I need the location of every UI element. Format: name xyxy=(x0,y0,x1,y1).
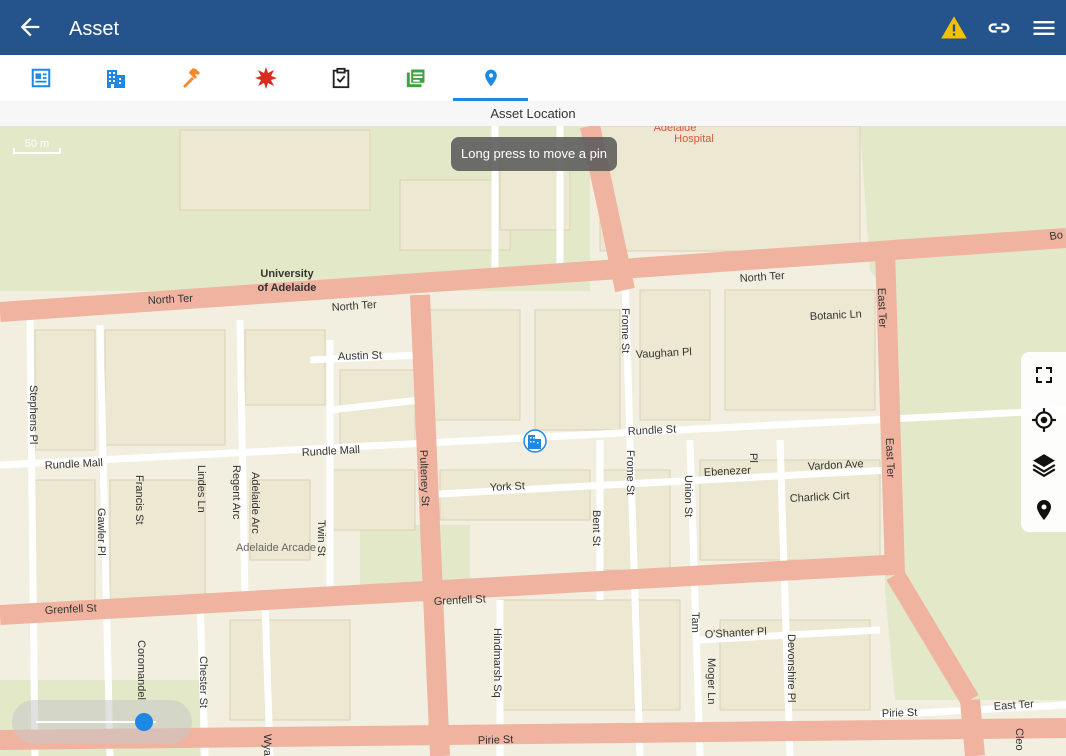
toast-message: Long press to move a pin xyxy=(451,137,617,171)
fullscreen-button[interactable] xyxy=(1021,352,1066,397)
tab-bar xyxy=(0,55,1066,102)
label-twin-st: Twin St xyxy=(315,520,327,556)
warning-button[interactable] xyxy=(940,14,968,42)
label-coromandel: Coromandel xyxy=(135,640,147,700)
label-regent-arc: Regent Arc xyxy=(230,465,242,520)
locate-me-button[interactable] xyxy=(1021,397,1066,442)
tab-checklist[interactable] xyxy=(303,55,378,101)
label-wya: Wya xyxy=(261,734,273,756)
building-icon xyxy=(106,70,125,88)
label-devonshire-pl: Devonshire Pl xyxy=(785,634,797,702)
label-adelaide-arcade: Adelaide Arcade xyxy=(236,542,316,554)
opacity-slider[interactable] xyxy=(12,700,192,744)
place-pin-button[interactable] xyxy=(1021,487,1066,532)
label-north-ter-1: North Ter xyxy=(148,293,194,307)
warning-icon xyxy=(941,16,967,39)
tab-location[interactable] xyxy=(453,55,528,101)
location-pin-icon xyxy=(484,69,497,87)
label-university: University xyxy=(260,268,314,280)
label-chester-st: Chester St xyxy=(197,656,209,708)
menu-icon xyxy=(1033,21,1055,35)
menu-button[interactable] xyxy=(1030,14,1058,42)
layers-icon xyxy=(1032,453,1055,477)
label-lindes-ln: Lindes Ln xyxy=(195,465,207,513)
label-pirie-st-2: Pirie St xyxy=(478,734,514,747)
tab-notes[interactable] xyxy=(378,55,453,101)
label-east-ter-1: East Ter xyxy=(875,288,888,329)
label-union-st: Union St xyxy=(682,475,694,517)
place-pin-icon xyxy=(1036,499,1051,520)
details-icon xyxy=(31,68,50,88)
label-frome-st-1: Frome St xyxy=(619,308,631,353)
label-austin-st: Austin St xyxy=(338,349,382,363)
tab-damage[interactable] xyxy=(228,55,303,101)
asset-marker[interactable] xyxy=(523,429,547,453)
label-pulteney-st: Pulteney St xyxy=(417,450,431,507)
app-bar: Asset xyxy=(0,0,1066,55)
label-east-ter-2: East Ter xyxy=(883,438,896,479)
link-button[interactable] xyxy=(985,14,1013,42)
page-title: Asset xyxy=(69,18,120,40)
label-pirie-st-1: Pirie St xyxy=(882,707,918,720)
arrow-left-icon xyxy=(20,17,40,37)
label-francis-st: Francis St xyxy=(133,475,145,525)
scale-bar xyxy=(13,148,61,154)
layers-button[interactable] xyxy=(1021,442,1066,487)
label-rundle-st: Rundle St xyxy=(628,423,677,438)
label-frome-st-2: Frome St xyxy=(624,450,636,495)
damage-icon xyxy=(254,67,277,89)
hammer-icon xyxy=(182,68,200,88)
label-cleo: Cleo xyxy=(1013,728,1025,751)
label-ebenezer-pl: Pl xyxy=(747,453,759,463)
slider-thumb[interactable] xyxy=(135,713,153,731)
label-university-2: of Adelaide xyxy=(258,282,317,294)
label-adelaide-arc: Adelaide Arc xyxy=(249,472,261,534)
map-view[interactable]: Adelaide Hospital University of Adelaide… xyxy=(0,126,1066,756)
label-gawler-pl: Gawler Pl xyxy=(95,508,107,556)
label-moger-ln: Moger Ln xyxy=(705,658,717,704)
clipboard-icon xyxy=(332,67,349,89)
map-canvas: Adelaide Hospital University of Adelaide… xyxy=(0,126,1066,756)
label-bo: Bo xyxy=(1049,229,1064,243)
tab-building[interactable] xyxy=(78,55,153,101)
map-scale: 50 m xyxy=(13,138,61,156)
label-bent-st: Bent St xyxy=(590,510,602,546)
label-ebenezer: Ebenezer xyxy=(704,465,752,479)
back-button[interactable] xyxy=(16,13,44,41)
tab-maintenance[interactable] xyxy=(153,55,228,101)
label-tam: Tam xyxy=(689,612,701,633)
label-york-st: York St xyxy=(490,480,526,494)
link-icon xyxy=(988,23,1010,33)
map-toolbar xyxy=(1021,352,1066,532)
tab-details[interactable] xyxy=(3,55,78,101)
fullscreen-icon xyxy=(1035,366,1052,383)
label-hindmarsh-sq: Hindmarsh Sq xyxy=(491,628,503,698)
locate-me-icon xyxy=(1031,407,1056,432)
label-stephens-pl: Stephens Pl xyxy=(27,385,39,444)
section-title: Asset Location xyxy=(0,101,1066,127)
label-hospital-2: Hospital xyxy=(674,133,714,145)
notes-icon xyxy=(406,68,426,88)
